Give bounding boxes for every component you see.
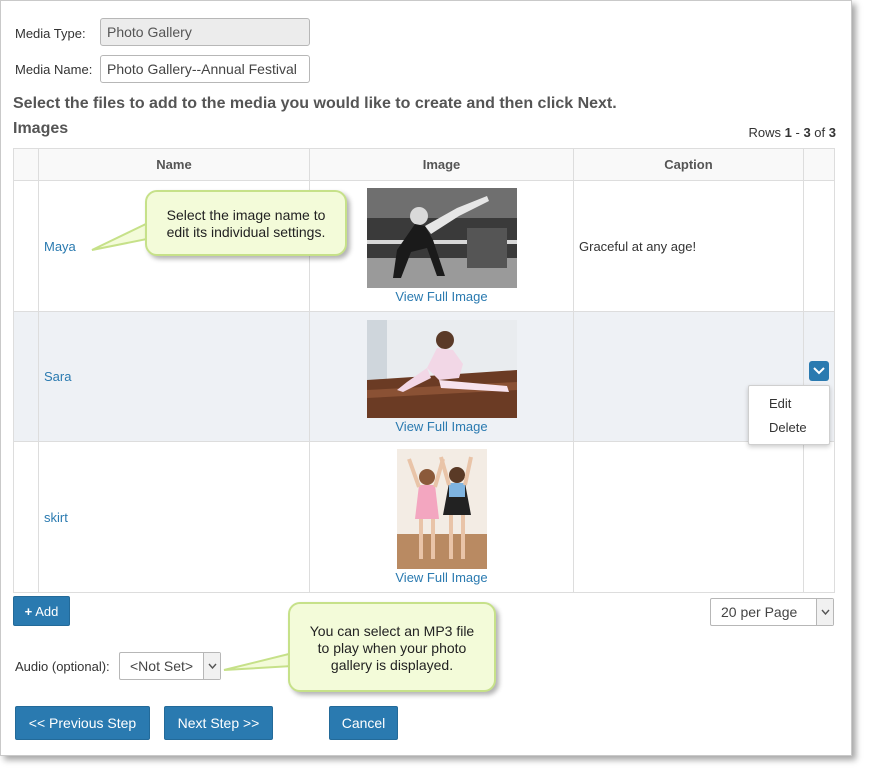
callout-audio: You can select an MP3 file to play when … <box>288 602 496 692</box>
callout-image-name: Select the image name to edit its indivi… <box>145 190 347 256</box>
